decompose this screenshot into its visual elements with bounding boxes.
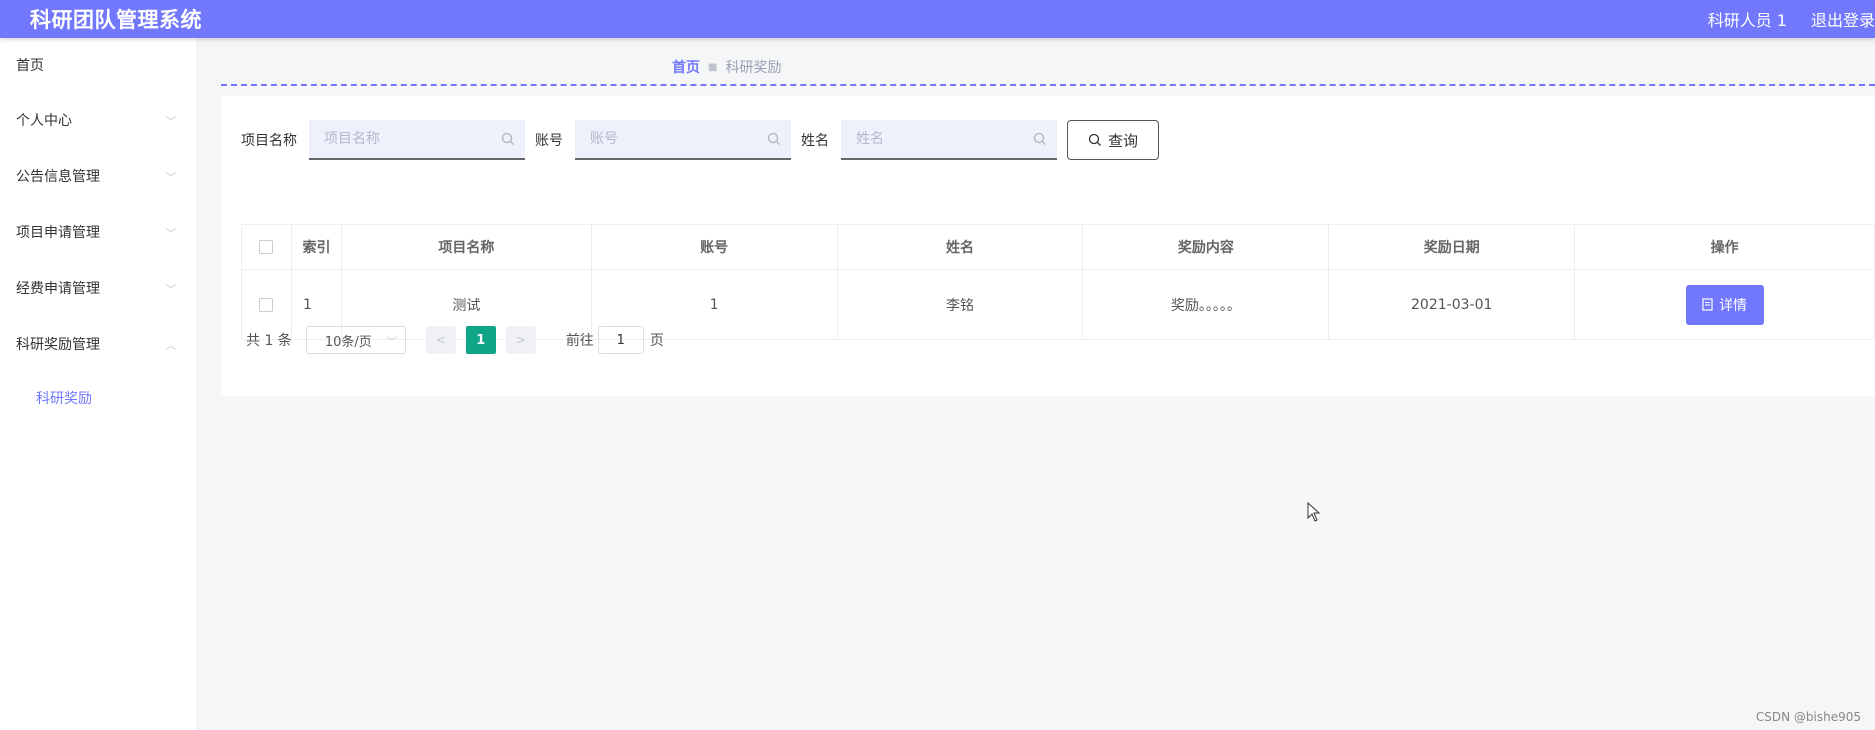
select-all-cell [241,224,292,270]
column-header[interactable]: 姓名 [836,224,1084,270]
sidebar: 首页 个人中心 ﹀ 公告信息管理 ﹀ 项目申请管理 ﹀ 经费申请管理 ﹀ 科研奖… [0,38,196,730]
sidebar-item-project-applications[interactable]: 项目申请管理 ﹀ [0,204,196,260]
pagination: 共 1 条 10条/页 ﹀ < 1 > 前往 1 页 [246,326,664,354]
column-header[interactable]: 奖励内容 [1082,224,1330,270]
cell-action: 详情 [1574,269,1875,340]
page-size-select[interactable]: 10条/页 ﹀ [305,326,406,354]
query-button-label: 查询 [1107,131,1138,150]
divider [221,84,1875,86]
chevron-right-icon: > [515,333,526,347]
column-header[interactable]: 项目名称 [340,224,592,270]
account-label: 账号 [535,133,563,149]
column-header[interactable]: 账号 [590,224,838,270]
chevron-left-icon: < [435,333,446,347]
cell-date: 2021-03-01 [1328,269,1576,340]
mouse-cursor-icon [1307,502,1321,522]
sidebar-item-announcements[interactable]: 公告信息管理 ﹀ [0,148,196,204]
chevron-up-icon: ︿ [166,340,176,352]
column-header: 操作 [1574,224,1875,270]
chevron-down-icon: ﹀ [166,172,176,184]
breadcrumb-separator-icon: ■ [708,61,718,73]
document-icon [1702,298,1713,311]
awards-table: 索引 项目名称 账号 姓名 奖励内容 奖励日期 操作 1 测试 1 李铭 奖励。… [241,224,1875,340]
project-name-label: 项目名称 [241,133,297,149]
chevron-down-icon: ﹀ [166,116,176,128]
logout-button[interactable]: 退出登录 [1811,7,1875,31]
sidebar-item-label: 科研奖励管理 [16,337,100,353]
sidebar-item-label: 公告信息管理 [16,169,100,185]
search-bar: 项目名称 账号 姓名 查询 [241,120,1159,160]
app-title: 科研团队管理系统 [30,8,202,32]
watermark: CSDN @bishe905 [1755,710,1861,724]
sidebar-item-home[interactable]: 首页 [0,38,196,92]
breadcrumb-current: 科研奖励 [725,60,782,76]
breadcrumb-home[interactable]: 首页 [672,57,700,77]
sidebar-item-research-awards[interactable]: 科研奖励管理 ︿ [0,316,196,372]
sidebar-item-personal-center[interactable]: 个人中心 ﹀ [0,92,196,148]
sidebar-item-funding-applications[interactable]: 经费申请管理 ﹀ [0,260,196,316]
account-field [575,120,791,160]
search-icon [501,132,514,145]
cell-content: 奖励。。。。。 [1082,269,1330,340]
page-suffix: 页 [649,333,664,349]
chevron-down-icon: ﹀ [386,336,397,348]
total-count: 共 1 条 [246,333,292,349]
search-icon [1033,132,1046,145]
sidebar-item-label: 项目申请管理 [16,225,100,241]
cell-name: 李铭 [836,269,1084,340]
name-field [841,120,1057,160]
main-content: 首页 ■ 科研奖励 项目名称 账号 姓名 查询 [196,38,1875,730]
goto-page-input[interactable]: 1 [597,326,644,354]
project-name-field [309,120,525,160]
query-button[interactable]: 查询 [1067,120,1159,160]
detail-button[interactable]: 详情 [1685,284,1764,325]
account-input[interactable] [575,120,791,158]
sidebar-item-label: 经费申请管理 [16,281,100,297]
content-panel: 项目名称 账号 姓名 查询 [221,96,1875,396]
name-input[interactable] [841,120,1057,158]
detail-button-label: 详情 [1719,297,1748,314]
column-header[interactable]: 奖励日期 [1328,224,1576,270]
page-size-value: 10条/页 [324,334,372,350]
sidebar-item-label: 首页 [16,58,44,74]
column-header[interactable]: 索引 [290,224,342,270]
name-label: 姓名 [801,133,829,149]
search-icon [1088,133,1101,146]
top-bar: 科研团队管理系统 科研人员 1 退出登录 [0,0,1875,38]
chevron-down-icon: ﹀ [166,284,176,296]
header-right: 科研人员 1 退出登录 [1684,0,1875,38]
breadcrumb: 首页 ■ 科研奖励 [672,57,781,77]
row-checkbox[interactable] [259,297,274,312]
prev-page-button[interactable]: < [425,326,456,354]
user-label[interactable]: 科研人员 1 [1708,7,1787,31]
chevron-down-icon: ﹀ [166,228,176,240]
project-name-input[interactable] [309,120,525,158]
sidebar-subitem-research-awards[interactable]: 科研奖励 [0,372,196,424]
table-header-row: 索引 项目名称 账号 姓名 奖励内容 奖励日期 操作 [241,224,1875,270]
page-number-current[interactable]: 1 [465,326,496,354]
search-icon [767,132,780,145]
goto-label: 前往 [565,333,594,349]
next-page-button[interactable]: > [505,326,536,354]
sidebar-item-label: 个人中心 [16,113,72,129]
select-all-checkbox[interactable] [259,240,274,254]
